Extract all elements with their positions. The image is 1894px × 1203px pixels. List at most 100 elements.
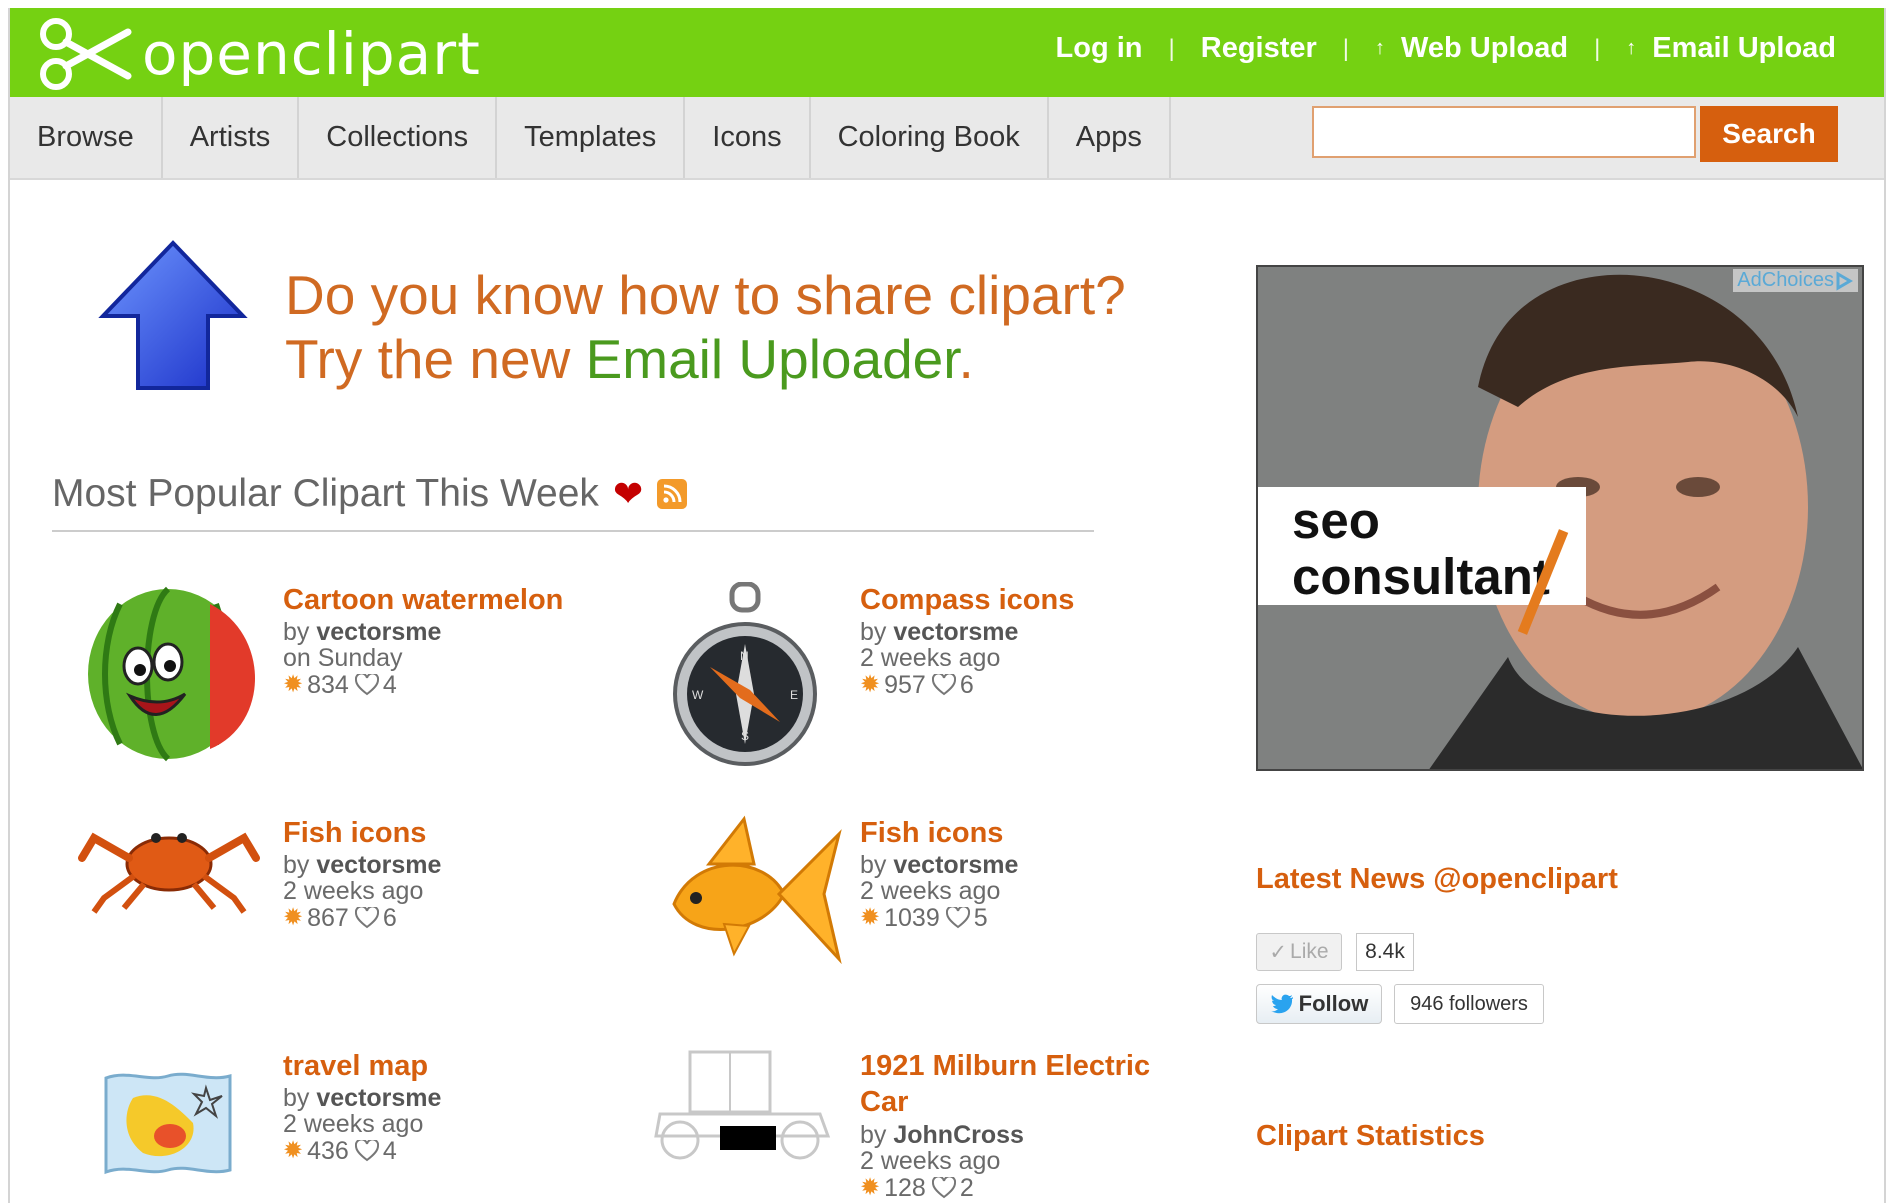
svg-text:S: S bbox=[741, 729, 749, 743]
clipart-title-link[interactable]: Fish icons bbox=[860, 815, 1003, 851]
scissors-icon bbox=[40, 18, 132, 90]
watermelon-icon[interactable] bbox=[80, 574, 260, 764]
downloads-icon: ✹ bbox=[860, 904, 881, 931]
crab-icon[interactable] bbox=[74, 808, 264, 918]
clipart-title-link[interactable]: 1921 Milburn Electric bbox=[860, 1048, 1150, 1084]
advertisement[interactable]: AdChoices seo consultant bbox=[1256, 265, 1864, 771]
by-label: by bbox=[860, 618, 887, 646]
favorite-count: 6 bbox=[959, 671, 974, 699]
compass-icon[interactable]: N S W E bbox=[670, 582, 820, 768]
section-divider bbox=[52, 530, 1094, 532]
rss-icon[interactable] bbox=[657, 479, 688, 509]
clipart-author: by vectorsme bbox=[283, 619, 441, 645]
favorite-icon[interactable] bbox=[354, 674, 379, 696]
clipart-author: by vectorsme bbox=[283, 1085, 441, 1111]
register-link[interactable]: Register bbox=[1201, 32, 1317, 65]
nav-collections[interactable]: Collections bbox=[299, 97, 498, 178]
goldfish-icon[interactable] bbox=[654, 814, 844, 964]
favorite-icon[interactable] bbox=[931, 674, 956, 696]
web-upload-link[interactable]: Web Upload bbox=[1401, 32, 1568, 65]
main-nav: Browse Artists Collections Templates Ico… bbox=[10, 97, 1884, 180]
popular-section-title: Most Popular Clipart This Week ❤ bbox=[52, 472, 688, 516]
popular-title-text: Most Popular Clipart This Week bbox=[52, 472, 599, 515]
email-uploader-link[interactable]: Email Uploader bbox=[586, 328, 959, 390]
separator: | bbox=[1168, 34, 1175, 62]
nav-coloring-book[interactable]: Coloring Book bbox=[811, 97, 1049, 178]
clipart-title-link[interactable]: Fish icons bbox=[283, 815, 426, 851]
like-label: Like bbox=[1290, 940, 1329, 963]
by-label: by bbox=[283, 1084, 310, 1112]
adchoices-text: AdChoices bbox=[1737, 269, 1834, 291]
login-link[interactable]: Log in bbox=[1056, 32, 1143, 65]
downloads-icon: ✹ bbox=[860, 671, 881, 698]
svg-text:W: W bbox=[692, 688, 704, 702]
nav-apps[interactable]: Apps bbox=[1049, 97, 1171, 178]
clipart-author: by vectorsme bbox=[283, 852, 441, 878]
latest-news-heading[interactable]: Latest News @openclipart bbox=[1256, 863, 1618, 896]
clipart-stats: ✹ 867 6 bbox=[283, 904, 397, 932]
author-link[interactable]: vectorsme bbox=[316, 1084, 441, 1112]
heart-icon: ❤ bbox=[612, 473, 644, 514]
author-link[interactable]: vectorsme bbox=[893, 851, 1018, 879]
clipart-author: by vectorsme bbox=[860, 619, 1018, 645]
promo-text: Try the new bbox=[285, 328, 586, 390]
by-label: by bbox=[860, 1121, 887, 1149]
clipart-title-link[interactable]: travel map bbox=[283, 1048, 428, 1084]
svg-text:E: E bbox=[790, 688, 798, 702]
car-icon[interactable] bbox=[650, 1044, 840, 1164]
author-link[interactable]: vectorsme bbox=[893, 618, 1018, 646]
clipart-stats: ✹ 834 4 bbox=[283, 671, 397, 699]
favorite-count: 2 bbox=[959, 1174, 974, 1202]
upload-arrow-icon: ↑ bbox=[1626, 37, 1637, 59]
adchoices-icon bbox=[1836, 270, 1853, 291]
download-count: 867 bbox=[307, 904, 349, 932]
clipart-stats: ✹ 128 2 bbox=[860, 1174, 974, 1202]
author-link[interactable]: vectorsme bbox=[316, 851, 441, 879]
author-link[interactable]: vectorsme bbox=[316, 618, 441, 646]
nav-artists[interactable]: Artists bbox=[163, 97, 300, 178]
clipart-stats: ✹ 957 6 bbox=[860, 671, 974, 699]
promo-period: . bbox=[958, 328, 974, 390]
clipart-title-link[interactable]: Compass icons bbox=[860, 582, 1074, 618]
clipart-date: 2 weeks ago bbox=[283, 877, 424, 905]
downloads-icon: ✹ bbox=[283, 1137, 304, 1164]
search-input[interactable] bbox=[1312, 106, 1696, 158]
favorite-icon[interactable] bbox=[931, 1177, 956, 1199]
nav-browse[interactable]: Browse bbox=[10, 97, 163, 178]
clipart-date: 2 weeks ago bbox=[860, 1147, 1001, 1175]
clipart-stats: ✹ 436 4 bbox=[283, 1137, 397, 1165]
by-label: by bbox=[860, 851, 887, 879]
svg-text:N: N bbox=[740, 649, 749, 663]
ad-line-1: seo bbox=[1292, 492, 1380, 549]
clipart-date: 2 weeks ago bbox=[860, 644, 1001, 672]
separator: | bbox=[1342, 34, 1350, 62]
top-header: openclipart Log in | Register | ↑ Web Up… bbox=[10, 8, 1884, 97]
site-logo[interactable]: openclipart bbox=[36, 14, 481, 94]
author-link[interactable]: JohnCross bbox=[893, 1121, 1024, 1149]
clipart-date: on Sunday bbox=[283, 644, 403, 672]
favorite-icon[interactable] bbox=[354, 1140, 379, 1162]
like-button[interactable]: ✓ Like bbox=[1256, 933, 1342, 971]
clipart-title-link[interactable]: Car bbox=[860, 1084, 908, 1120]
map-icon[interactable] bbox=[98, 1068, 238, 1184]
clipart-author: by vectorsme bbox=[860, 852, 1018, 878]
like-count: 8.4k bbox=[1356, 933, 1414, 971]
clipart-date: 2 weeks ago bbox=[283, 1110, 424, 1138]
downloads-icon: ✹ bbox=[860, 1174, 881, 1201]
favorite-count: 5 bbox=[973, 904, 988, 932]
twitter-follow-button[interactable]: Follow bbox=[1256, 984, 1382, 1024]
favorite-icon[interactable] bbox=[354, 907, 379, 929]
clipart-title-link[interactable]: Cartoon watermelon bbox=[283, 582, 563, 618]
downloads-icon: ✹ bbox=[283, 671, 304, 698]
favorite-icon[interactable] bbox=[945, 907, 970, 929]
email-upload-link[interactable]: Email Upload bbox=[1652, 32, 1836, 65]
adchoices-badge[interactable]: AdChoices bbox=[1733, 269, 1858, 292]
separator: | bbox=[1594, 34, 1601, 62]
nav-templates[interactable]: Templates bbox=[497, 97, 686, 178]
search-button[interactable]: Search bbox=[1700, 106, 1838, 162]
clipart-stats: ✹ 1039 5 bbox=[860, 904, 988, 932]
download-count: 1039 bbox=[884, 904, 940, 932]
promo-heading: Do you know how to share clipart? bbox=[285, 264, 1126, 326]
page: openclipart Log in | Register | ↑ Web Up… bbox=[8, 8, 1886, 1203]
nav-icons[interactable]: Icons bbox=[685, 97, 811, 178]
